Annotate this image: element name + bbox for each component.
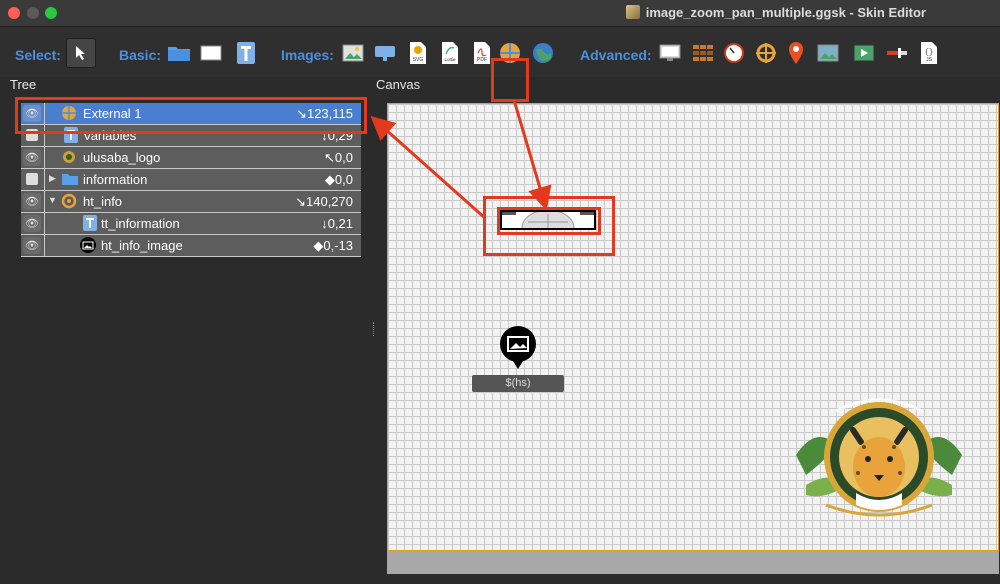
annotation-arrows	[370, 99, 552, 220]
arrow-toolbar-to-canvas	[512, 99, 552, 211]
arrow-canvas-to-tree	[370, 116, 486, 220]
